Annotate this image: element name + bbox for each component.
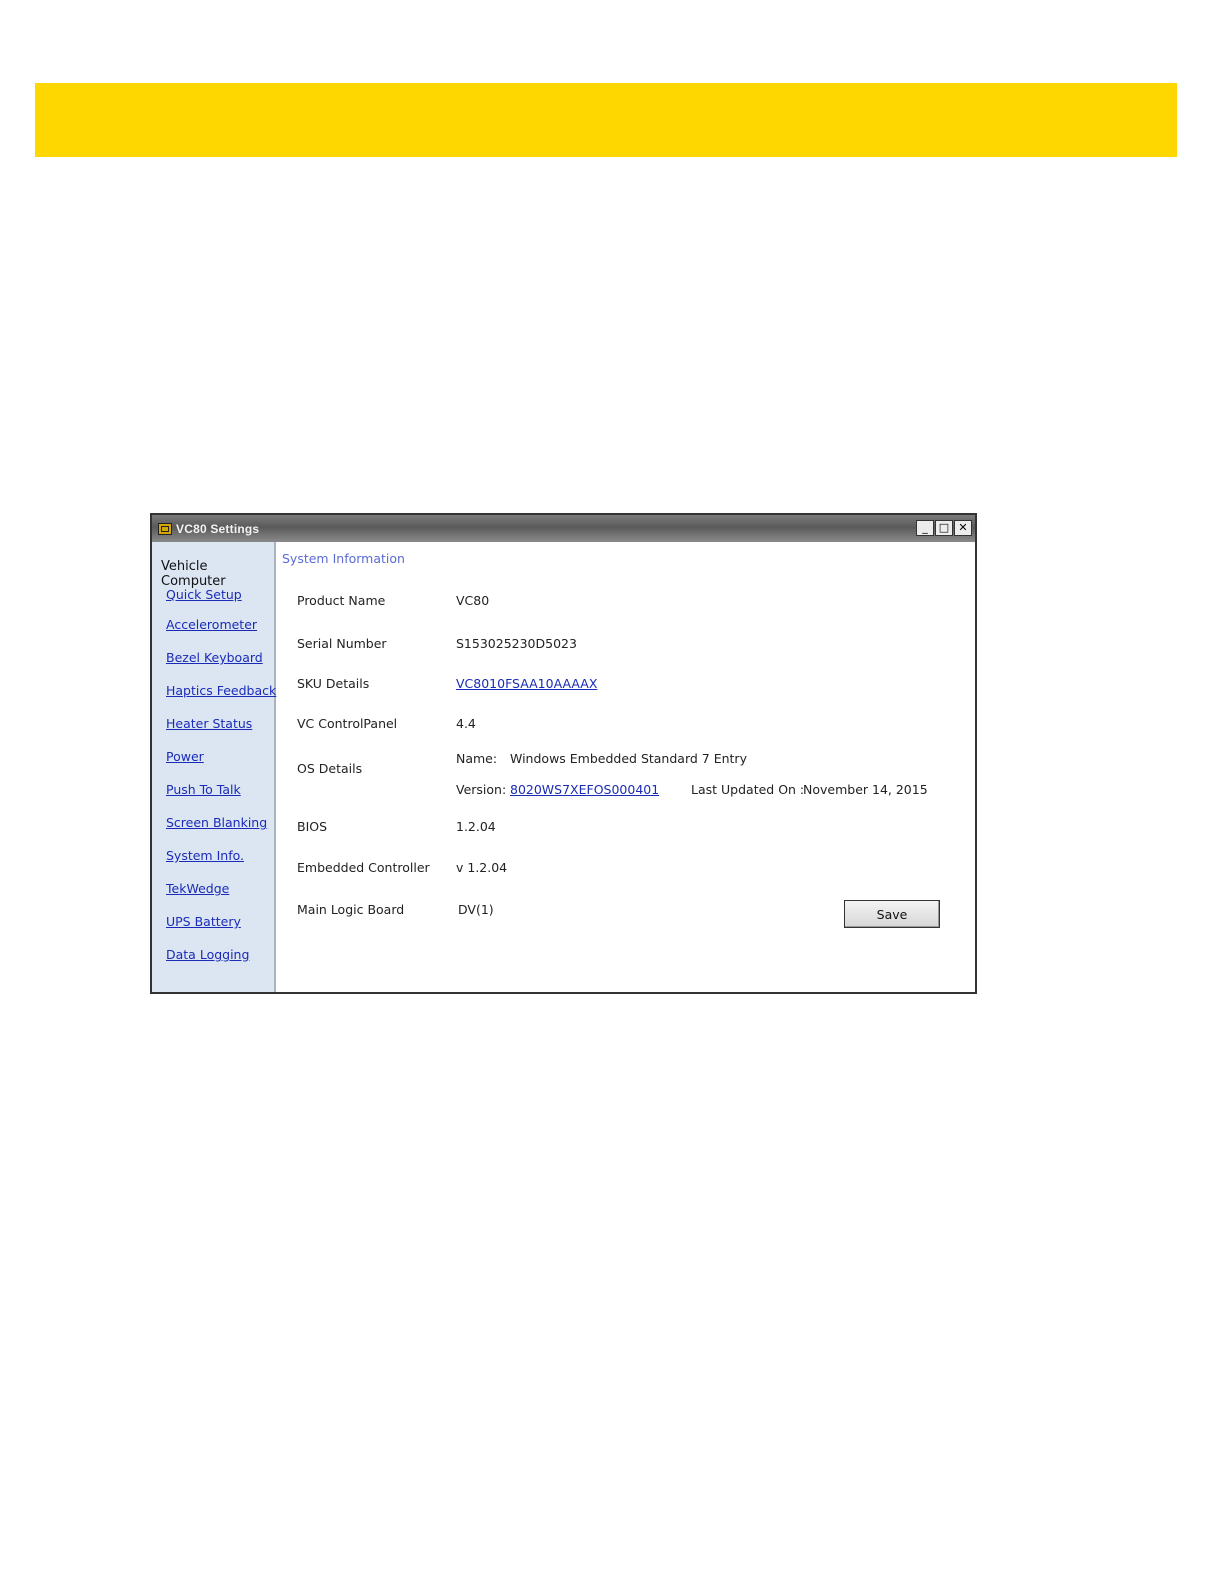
window-titlebar[interactable]: VC80 Settings _ □ ✕ [152, 515, 975, 542]
control-panel-value: 4.4 [456, 716, 476, 731]
sidebar-header: Vehicle Computer [161, 559, 226, 589]
os-name-value: Windows Embedded Standard 7 Entry [510, 751, 747, 766]
control-panel-label: VC ControlPanel [297, 716, 398, 731]
product-name-label: Product Name [297, 593, 386, 608]
sidebar-item-haptics-feedback[interactable]: Haptics Feedback [166, 683, 276, 698]
os-details-label: OS Details [297, 761, 363, 776]
window-controls: _ □ ✕ [916, 520, 972, 536]
sidebar-item-power[interactable]: Power [166, 749, 204, 764]
sidebar: Vehicle Computer Quick Setup Acceleromet… [152, 542, 276, 992]
section-title: System Information [282, 551, 405, 566]
maximize-icon[interactable]: □ [935, 520, 953, 536]
bios-label: BIOS [297, 819, 328, 834]
embedded-controller-label: Embedded Controller [297, 860, 430, 875]
sidebar-item-push-to-talk[interactable]: Push To Talk [166, 782, 241, 797]
last-updated-value: November 14, 2015 [803, 782, 928, 797]
sidebar-item-bezel-keyboard[interactable]: Bezel Keyboard [166, 650, 263, 665]
serial-number-value: S153025230D5023 [456, 636, 577, 651]
sidebar-item-tekwedge[interactable]: TekWedge [166, 881, 229, 896]
main-logic-board-label: Main Logic Board [297, 902, 405, 917]
os-name-label: Name: [456, 751, 498, 766]
sidebar-item-quick-setup[interactable]: Quick Setup [166, 587, 242, 602]
sku-details-link[interactable]: VC8010FSAA10AAAAX [456, 676, 597, 691]
sidebar-item-heater-status[interactable]: Heater Status [166, 716, 252, 731]
settings-window: VC80 Settings _ □ ✕ Vehicle Computer Qui… [150, 513, 977, 994]
last-updated-label: Last Updated On : [691, 782, 805, 797]
sidebar-item-system-info[interactable]: System Info. [166, 848, 244, 863]
sku-details-label: SKU Details [297, 676, 370, 691]
bios-value: 1.2.04 [456, 819, 496, 834]
close-icon[interactable]: ✕ [954, 520, 972, 536]
save-button[interactable]: Save [844, 900, 940, 928]
os-version-label: Version: [456, 782, 507, 797]
embedded-controller-value: v 1.2.04 [456, 860, 508, 875]
sidebar-item-screen-blanking[interactable]: Screen Blanking [166, 815, 267, 830]
serial-number-label: Serial Number [297, 636, 387, 651]
window-title: VC80 Settings [176, 521, 260, 536]
sidebar-item-data-logging[interactable]: Data Logging [166, 947, 249, 962]
product-name-value: VC80 [456, 593, 490, 608]
header-banner [35, 83, 1177, 157]
sidebar-item-ups-battery[interactable]: UPS Battery [166, 914, 241, 929]
main-logic-board-value: DV(1) [458, 902, 494, 917]
app-icon [158, 522, 172, 535]
os-version-link[interactable]: 8020WS7XEFOS000401 [510, 782, 659, 797]
minimize-icon[interactable]: _ [916, 520, 934, 536]
main-content: System Information Product Name VC80 Ser… [276, 542, 975, 992]
sidebar-item-accelerometer[interactable]: Accelerometer [166, 617, 257, 632]
